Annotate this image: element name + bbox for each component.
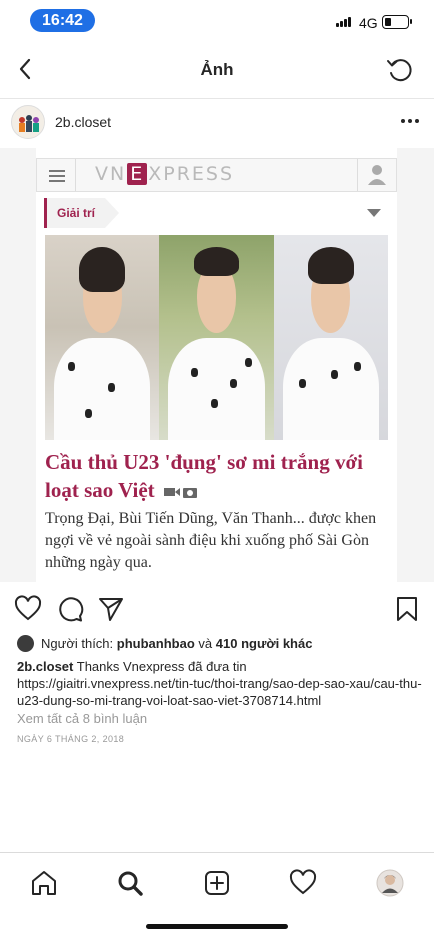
post-image[interactable]: VN E XPRESS Giải trí Cầu thủ U23 'đụng' … [0,148,434,582]
status-time: 16:42 [30,9,95,32]
share-icon [99,598,123,621]
caption-text: Thanks Vnexpress đã đưa tin [76,659,247,674]
liker-username[interactable]: phubanhbao [117,636,195,651]
photo-1 [45,235,160,440]
video-photo-icon [163,478,198,506]
home-icon [32,871,56,895]
article-lead: Trọng Đại, Bùi Tiến Dũng, Văn Thanh... đ… [45,510,377,571]
site-header: VN E XPRESS [36,158,397,192]
home-indicator [146,924,288,929]
add-post-icon [205,871,229,895]
more-horizontal-icon [401,119,419,123]
article-photos [45,235,388,440]
like-button[interactable] [14,595,42,623]
refresh-icon [387,59,412,82]
cellular-signal-icon [336,17,354,27]
tab-profile[interactable] [376,869,404,897]
refresh-button[interactable] [386,56,414,84]
article-screenshot: VN E XPRESS Giải trí Cầu thủ U23 'đụng' … [36,148,397,582]
post-actions [0,595,434,625]
bookmark-icon [397,597,417,621]
more-options-button[interactable] [399,113,421,129]
post-header: 2b.closet [0,98,434,146]
view-all-comments-link[interactable]: Xem tất cả 8 bình luận [17,711,147,726]
caption-username[interactable]: 2b.closet [17,659,73,674]
post-date: NGÀY 6 THÁNG 2, 2018 [17,734,125,744]
post-caption: 2b.closet Thanks Vnexpress đã đưa tin ht… [17,658,422,709]
tab-activity[interactable] [289,869,317,897]
avatar[interactable] [11,105,45,139]
likes-summary[interactable]: Người thích: phubanhbao và 410 người khá… [17,634,427,654]
profile-icon [376,869,404,897]
page-title: Ảnh [200,60,234,79]
comment-icon [59,597,84,622]
search-icon [118,871,143,896]
category-tag: Giải trí [44,198,120,228]
menu-icon [49,170,65,182]
comment-button[interactable] [56,595,84,623]
liker-avatar [17,635,34,652]
save-button[interactable] [393,595,421,623]
share-button[interactable] [97,595,125,623]
chevron-down-icon [367,209,381,217]
user-icon [358,159,396,191]
likes-count[interactable]: 410 người khác [216,636,313,651]
battery-icon [382,15,412,29]
site-logo: VN E XPRESS [95,163,235,185]
caption-link[interactable]: https://giaitri.vnexpress.net/tin-tuc/th… [17,675,422,709]
post-username[interactable]: 2b.closet [55,114,111,130]
article-headline: Cầu thủ U23 'đụng' sơ mi trắng với loạt … [45,448,390,506]
photo-3 [273,235,388,440]
activity-icon [289,869,317,895]
category-bar: Giải trí [44,198,389,228]
tab-new-post[interactable] [203,869,231,897]
tab-search[interactable] [116,869,144,897]
status-bar: 16:42 4G [0,0,434,42]
nav-bar: Ảnh [0,42,434,97]
photo-2 [159,235,274,440]
network-type: 4G [359,15,378,31]
heart-icon [14,595,42,621]
tab-home[interactable] [30,869,58,897]
